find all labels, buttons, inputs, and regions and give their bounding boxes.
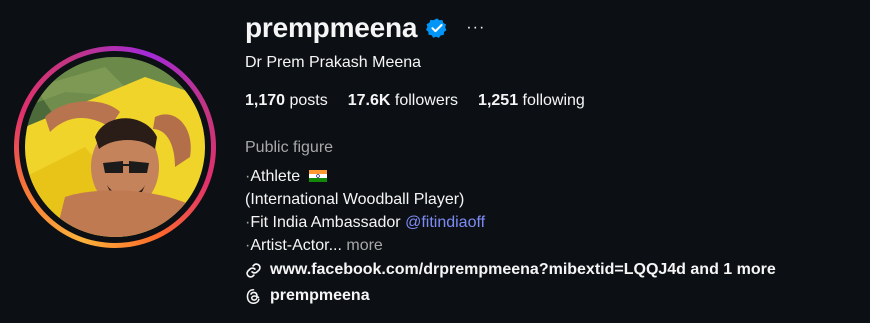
username: prempmeena	[245, 12, 418, 43]
following-count-value: 1,251	[478, 92, 519, 109]
bio-text: Fit India Ambassador	[250, 214, 401, 231]
posts-label: posts	[289, 92, 328, 109]
following-label: following	[522, 92, 585, 109]
threads-handle: prempmeena	[270, 287, 370, 304]
bio-line: ·Fit India Ambassador @fitindiaoff	[245, 211, 485, 234]
link-icon	[246, 262, 261, 278]
following-link[interactable]: 1,251 following	[478, 92, 585, 110]
options-button[interactable]: ···	[466, 19, 485, 37]
followers-count-value: 17.6K	[347, 92, 391, 109]
india-flag-icon	[308, 170, 327, 182]
verified-badge-icon	[426, 18, 447, 38]
mention-link[interactable]: @fitindiaoff	[405, 214, 485, 231]
bio-more-button[interactable]: more	[346, 237, 382, 254]
profile-header: prempmeena ···	[245, 12, 485, 44]
external-link-text: www.facebook.com/drprempmeena?mibextid=L…	[270, 261, 776, 278]
followers-link[interactable]: 17.6K followers	[348, 92, 458, 110]
external-link[interactable]: www.facebook.com/drprempmeena?mibextid=L…	[245, 261, 776, 279]
followers-label: followers	[394, 92, 459, 109]
avatar[interactable]	[25, 57, 205, 237]
posts-count-value: 1,170	[245, 92, 286, 109]
bio-text: Artist-Actor...	[250, 237, 342, 254]
threads-link[interactable]: prempmeena	[245, 287, 370, 305]
bio-line: ·Artist-Actor... more	[245, 234, 485, 257]
profile-category: Public figure	[245, 139, 334, 156]
avatar-ring-gap	[19, 51, 211, 243]
full-name: Dr Prem Prakash Meena	[245, 54, 422, 71]
bio-text: (International Woodball Player)	[245, 191, 465, 208]
bio-text: Athlete	[250, 168, 301, 185]
posts-count[interactable]: 1,170 posts	[245, 92, 328, 110]
bio: ·Athlete (International Woodball Player)…	[245, 165, 485, 257]
profile-stats: 1,170 posts 17.6K followers 1,251 follow…	[245, 92, 605, 110]
avatar-photo	[25, 57, 205, 237]
threads-icon	[246, 288, 260, 304]
bio-line: ·Athlete	[245, 165, 485, 188]
bio-line: (International Woodball Player)	[245, 188, 485, 211]
avatar-story-ring[interactable]	[14, 46, 216, 248]
